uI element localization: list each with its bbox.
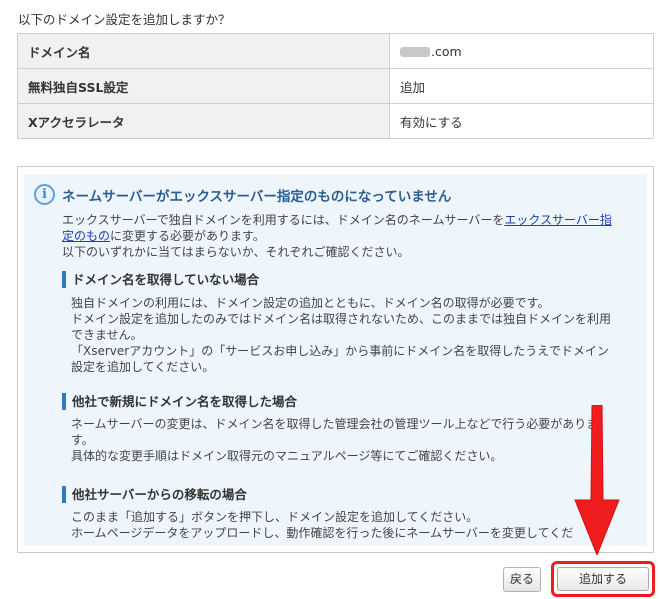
section-heading-no-domain: ドメイン名を取得していない場合	[62, 271, 259, 288]
section-heading-other-registrar: 他社で新規にドメイン名を取得した場合	[62, 393, 297, 410]
section-line: す。	[71, 433, 94, 447]
redacted-mask	[400, 47, 430, 57]
domain-suffix: .com	[431, 43, 462, 59]
intro-text-2: に変更する必要があります。	[110, 229, 265, 243]
section-line: 独自ドメインの利用には、ドメイン設定の追加とともに、ドメイン名の取得が必要です。	[71, 296, 550, 310]
nameserver-notice-box: i ネームサーバーがエックスサーバー指定のものになっていません エックスサーバー…	[17, 166, 654, 553]
table-row: ドメイン名 .com	[17, 33, 654, 69]
intro-text: エックスサーバーで独自ドメインを利用するには、ドメイン名のネームサーバーを	[62, 213, 505, 227]
add-button-highlight: 追加する	[551, 561, 655, 597]
section-body-migration: このまま「追加する」ボタンを押下し、ドメイン設定を追加してください。 ホームペー…	[71, 509, 631, 541]
intro-line-2: 定のものに変更する必要があります。	[62, 228, 612, 244]
row-value-domain: .com	[389, 33, 654, 69]
notice-panel: i ネームサーバーがエックスサーバー指定のものになっていません エックスサーバー…	[24, 174, 647, 546]
domain-settings-table: ドメイン名 .com 無料独自SSL設定 追加 Xアクセラレータ 有効にする	[17, 33, 654, 139]
xserver-nameserver-link[interactable]: エックスサーバー指	[504, 213, 612, 227]
intro-line-3: 以下のいずれかに当てはまらないか、それぞれご確認ください。	[62, 245, 410, 259]
intro-line-1: エックスサーバーで独自ドメインを利用するには、ドメイン名のネームサーバーをエック…	[62, 212, 612, 228]
section-line: できません。	[71, 328, 143, 342]
section-line: 具体的な変更手順はドメイン取得元のマニュアルページ等にてご確認ください。	[71, 449, 503, 463]
section-line: ドメイン設定を追加したのみではドメイン名は取得されないため、このままでは独自ドメ…	[71, 312, 612, 326]
notice-title: ネームサーバーがエックスサーバー指定のものになっていません	[62, 189, 452, 205]
section-line: 「Xserverアカウント」の「サービスお申し込み」から事前にドメイン名を取得し…	[71, 344, 609, 358]
table-row: Xアクセラレータ 有効にする	[17, 103, 654, 139]
section-line: 設定を追加してください。	[71, 360, 215, 374]
row-label-domain: ドメイン名	[17, 33, 390, 69]
xserver-nameserver-link-cont[interactable]: 定のもの	[62, 229, 110, 243]
row-label-ssl: 無料独自SSL設定	[17, 68, 390, 104]
section-body-other-registrar: ネームサーバーの変更は、ドメイン名を取得した管理会社の管理ツール上などで行う必要…	[71, 416, 631, 464]
section-body-no-domain: 独自ドメインの利用には、ドメイン設定の追加とともに、ドメイン名の取得が必要です。…	[71, 295, 631, 375]
table-row: 無料独自SSL設定 追加	[17, 68, 654, 104]
row-label-accelerator: Xアクセラレータ	[17, 103, 390, 139]
add-domain-button[interactable]: 追加する	[557, 567, 649, 591]
notice-intro: エックスサーバーで独自ドメインを利用するには、ドメイン名のネームサーバーをエック…	[62, 212, 612, 260]
section-line: ホームページデータをアップロードし、動作確認を行った後にネームサーバーを変更して…	[71, 526, 574, 540]
row-value-ssl: 追加	[389, 68, 654, 104]
section-line: このまま「追加する」ボタンを押下し、ドメイン設定を追加してください。	[71, 510, 479, 524]
back-button[interactable]: 戻る	[503, 567, 541, 592]
confirm-question: 以下のドメイン設定を追加しますか？	[18, 12, 231, 27]
section-heading-migration: 他社サーバーからの移転の場合	[62, 486, 247, 503]
info-icon: i	[34, 184, 55, 205]
section-line: ネームサーバーの変更は、ドメイン名を取得した管理会社の管理ツール上などで行う必要…	[71, 417, 599, 431]
row-value-accelerator: 有効にする	[389, 103, 654, 139]
